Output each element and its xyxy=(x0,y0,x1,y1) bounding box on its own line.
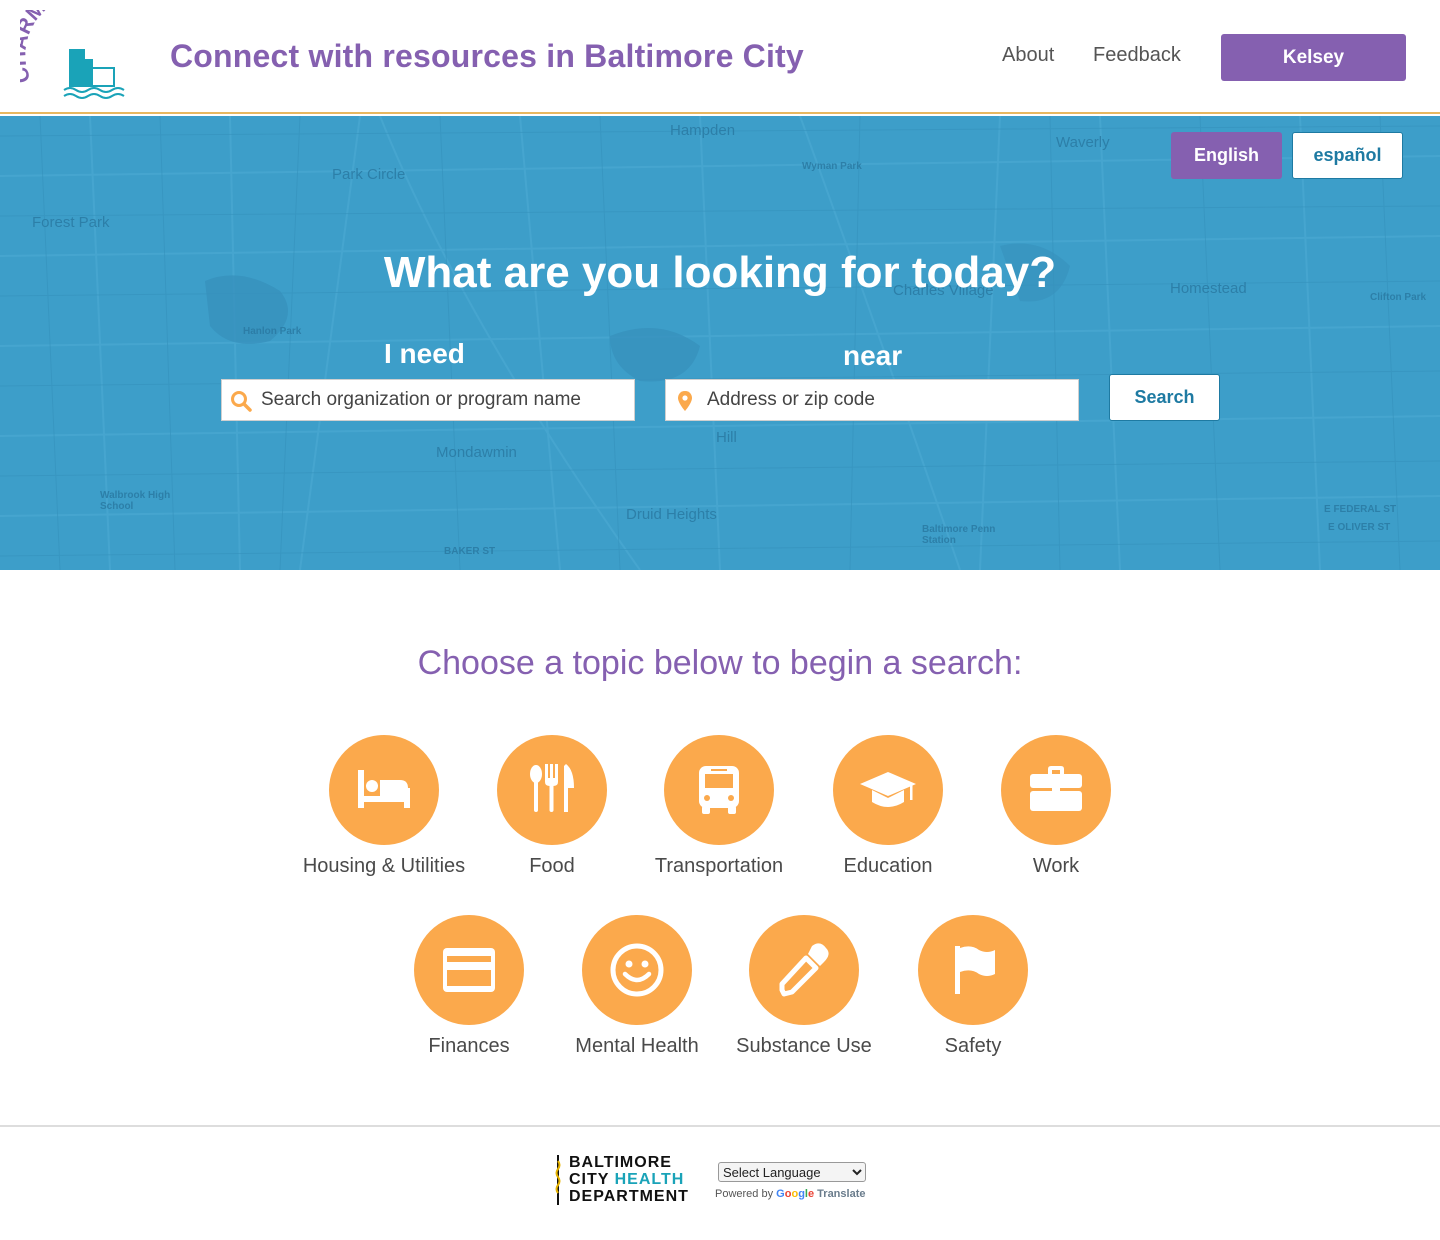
topic-circle xyxy=(329,735,439,845)
smile-icon xyxy=(610,943,664,997)
agency-name-line: BALTIMORE xyxy=(569,1154,672,1171)
topic-transportation[interactable]: Transportation xyxy=(629,735,809,878)
need-search-input[interactable] xyxy=(261,380,631,420)
map-label: Waverly xyxy=(1056,134,1110,151)
bed-icon xyxy=(358,770,410,808)
map-label: Hampden xyxy=(670,122,736,139)
eyedropper-icon xyxy=(779,943,829,997)
topic-circle xyxy=(664,735,774,845)
topic-circle xyxy=(1001,735,1111,845)
topic-label: Mental Health xyxy=(575,1035,699,1057)
nav-about-link[interactable]: About xyxy=(1002,44,1054,67)
map-label: E FEDERAL ST xyxy=(1324,504,1397,515)
map-label: Druid Heights xyxy=(626,506,717,523)
site-header: CHARMcare Connect with resources in Balt… xyxy=(0,0,1440,114)
hero-title: What are you looking for today? xyxy=(383,248,1057,297)
google-wordmark: Google xyxy=(776,1188,815,1200)
topic-circle xyxy=(497,735,607,845)
need-label: I need xyxy=(384,338,465,369)
footer-divider xyxy=(0,1125,1440,1127)
user-account-button[interactable]: Kelsey xyxy=(1221,34,1406,81)
english-language-button[interactable]: English xyxy=(1171,132,1282,179)
topic-label: Food xyxy=(529,855,575,877)
near-location-field xyxy=(665,379,1079,421)
map-label: Walbrook High School xyxy=(100,490,171,512)
utensils-icon xyxy=(530,764,574,812)
topic-circle xyxy=(918,915,1028,1025)
map-label: Park Circle xyxy=(332,166,406,183)
topic-label: Finances xyxy=(428,1035,510,1057)
map-label: Mondawmin xyxy=(436,444,517,461)
map-label: Hill xyxy=(716,429,737,446)
briefcase-icon xyxy=(1030,766,1082,811)
topic-food[interactable]: Food xyxy=(462,735,642,878)
google-translate-attribution[interactable]: Powered by Google Translate xyxy=(715,1188,865,1200)
topic-mental-health[interactable]: Mental Health xyxy=(547,915,727,1058)
topic-housing-utilities[interactable]: Housing & Utilities xyxy=(294,735,474,878)
topic-circle xyxy=(414,915,524,1025)
hero-search-section: Hampden Waverly Park Circle Wyman Park F… xyxy=(0,116,1440,570)
baltimore-health-department-logo[interactable]: BALTIMORE CITY HEALTH DEPARTMENT xyxy=(555,1153,695,1207)
need-search-field xyxy=(221,379,635,421)
topic-label: Safety xyxy=(944,1035,1002,1057)
map-label: Wyman Park xyxy=(802,161,862,172)
map-label: Forest Park xyxy=(32,214,110,231)
bus-icon xyxy=(699,766,739,814)
topic-circle xyxy=(749,915,859,1025)
flag-icon xyxy=(955,946,995,994)
caduceus-icon xyxy=(555,1155,561,1205)
translate-language-select[interactable]: Select Language xyxy=(718,1162,866,1182)
credit-card-icon xyxy=(443,948,495,992)
graduation-cap-icon xyxy=(860,772,916,807)
topic-label: Substance Use xyxy=(736,1035,872,1057)
topic-label: Work xyxy=(1032,855,1080,877)
map-label: BAKER ST xyxy=(444,546,496,557)
map-label: Hanlon Park xyxy=(243,326,302,337)
charmcare-logo[interactable]: CHARMcare xyxy=(20,10,140,102)
topic-label: Transportation xyxy=(654,855,784,877)
map-label: Baltimore Penn Station xyxy=(922,524,996,546)
topic-education[interactable]: Education xyxy=(798,735,978,878)
topic-finances[interactable]: Finances xyxy=(379,915,559,1058)
topics-heading: Choose a topic below to begin a search: xyxy=(417,644,1023,682)
agency-name-line: CITY HEALTH xyxy=(569,1171,685,1188)
nav-feedback-link[interactable]: Feedback xyxy=(1093,44,1181,67)
search-icon xyxy=(231,391,252,412)
near-location-input[interactable] xyxy=(707,380,1077,420)
site-title: Connect with resources in Baltimore City xyxy=(170,38,804,74)
topic-substance-use[interactable]: Substance Use xyxy=(714,915,894,1058)
topic-label: Housing & Utilities xyxy=(302,855,466,877)
topic-circle xyxy=(833,735,943,845)
map-pin-icon xyxy=(678,391,692,411)
topic-safety[interactable]: Safety xyxy=(883,915,1063,1058)
near-label: near xyxy=(843,340,903,371)
topic-label: Education xyxy=(843,855,933,877)
map-label: E OLIVER ST xyxy=(1328,522,1391,533)
map-background xyxy=(0,116,1440,570)
topic-work[interactable]: Work xyxy=(966,735,1146,878)
agency-name-line: DEPARTMENT xyxy=(569,1188,689,1205)
spanish-language-button[interactable]: español xyxy=(1292,132,1403,179)
topic-circle xyxy=(582,915,692,1025)
search-button[interactable]: Search xyxy=(1109,374,1220,421)
